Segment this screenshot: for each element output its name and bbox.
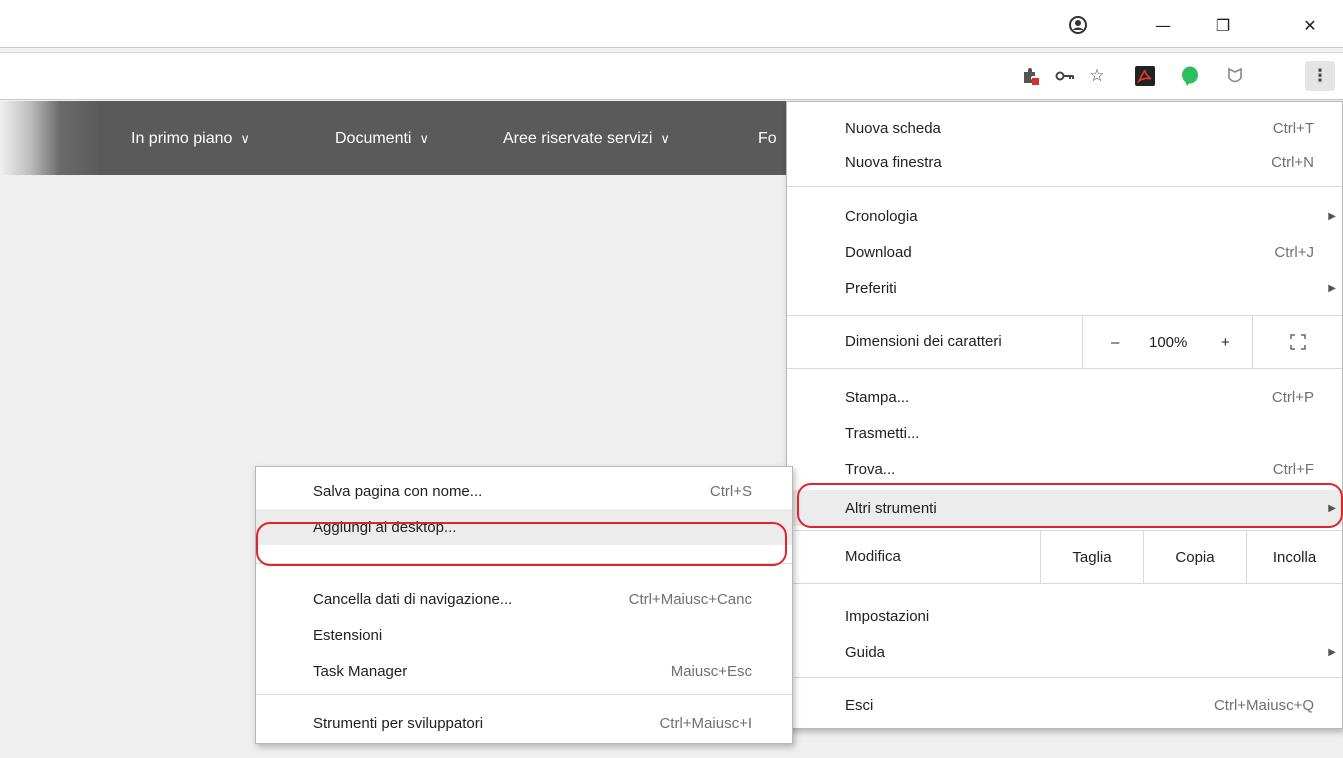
star-icon[interactable]: ☆ xyxy=(1082,61,1112,91)
submenu-item-task-manager[interactable]: Task Manager Maiusc+Esc xyxy=(256,653,792,689)
menu-item-shortcut: Ctrl+Maiusc+Q xyxy=(1213,696,1314,714)
nav-item-label: In primo piano xyxy=(131,130,233,147)
zoom-in-button[interactable]: + xyxy=(1221,334,1230,351)
edit-row: Modifica Taglia Copia Incolla xyxy=(787,531,1342,583)
menu-item-label: Preferiti xyxy=(845,279,897,297)
nav-item-in-primo-piano[interactable]: In primo piano ∨ xyxy=(131,130,250,148)
zoom-level: 100% xyxy=(1149,333,1188,351)
menu-item-shortcut: Ctrl+P xyxy=(1271,388,1314,406)
menu-separator xyxy=(787,677,1342,678)
submenu-arrow-icon: ▶ xyxy=(1328,646,1336,658)
menu-item-label: Nuova finestra xyxy=(845,153,942,171)
menu-item-label: Estensioni xyxy=(313,626,383,644)
paste-button[interactable]: Incolla xyxy=(1246,531,1342,583)
nav-item-label: Fo xyxy=(758,130,777,147)
menu-item-label: Salva pagina con nome... xyxy=(313,482,483,500)
browser-toolbar: ☆ ⋮ xyxy=(0,52,1343,100)
menu-separator xyxy=(256,694,792,695)
restore-button[interactable]: ❐ xyxy=(1203,8,1243,42)
menu-separator xyxy=(787,186,1342,187)
menu-item-nuova-finestra[interactable]: Nuova finestra Ctrl+N xyxy=(787,144,1342,180)
menu-item-cronologia[interactable]: Cronologia ▶ xyxy=(787,198,1342,234)
menu-item-label: Cronologia xyxy=(845,207,918,225)
window-title-bar: — ❐ ✕ xyxy=(0,0,1343,48)
acrobat-icon[interactable] xyxy=(1130,61,1160,91)
chevron-down-icon: ∨ xyxy=(240,131,250,146)
chrome-main-menu: Nuova scheda Ctrl+T Nuova finestra Ctrl+… xyxy=(786,101,1343,729)
nav-item-label: Aree riservate servizi xyxy=(503,130,653,147)
menu-item-shortcut: Maiusc+Esc xyxy=(670,662,752,680)
zoom-out-button[interactable]: – xyxy=(1111,334,1119,351)
menu-item-label: Stampa... xyxy=(845,388,910,406)
chevron-down-icon: ∨ xyxy=(419,131,429,146)
minimize-button[interactable]: — xyxy=(1143,8,1183,42)
menu-item-label: Trasmetti... xyxy=(845,424,920,442)
menu-separator xyxy=(256,563,792,564)
menu-item-guida[interactable]: Guida ▶ xyxy=(787,634,1342,670)
submenu-item-salva-pagina[interactable]: Salva pagina con nome... Ctrl+S xyxy=(256,473,792,509)
menu-item-shortcut: Ctrl+S xyxy=(709,482,752,500)
close-button[interactable]: ✕ xyxy=(1290,8,1330,42)
menu-item-label: Impostazioni xyxy=(845,607,930,625)
menu-item-shortcut: Ctrl+Maiusc+Canc xyxy=(628,590,752,608)
fullscreen-button[interactable] xyxy=(1252,316,1342,368)
menu-item-label: Trova... xyxy=(845,460,896,478)
key-icon[interactable] xyxy=(1050,61,1080,91)
menu-separator xyxy=(787,368,1342,369)
submenu-item-strumenti-sviluppatori[interactable]: Strumenti per sviluppatori Ctrl+Maiusc+I xyxy=(256,705,792,741)
menu-item-shortcut: Ctrl+J xyxy=(1274,243,1314,261)
submenu-arrow-icon: ▶ xyxy=(1328,282,1336,294)
evernote-icon[interactable] xyxy=(1175,61,1205,91)
menu-item-stampa[interactable]: Stampa... Ctrl+P xyxy=(787,379,1342,415)
kebab-menu-icon[interactable]: ⋮ xyxy=(1305,61,1335,91)
submenu-arrow-icon: ▶ xyxy=(1328,502,1336,514)
menu-item-label: Aggiungi al desktop... xyxy=(313,518,457,536)
cut-label: Taglia xyxy=(1072,548,1112,566)
menu-item-label: Nuova scheda xyxy=(845,119,941,137)
menu-item-label: Download xyxy=(845,243,912,261)
menu-item-label: Strumenti per sviluppatori xyxy=(313,714,484,732)
chevron-down-icon: ∨ xyxy=(660,131,670,146)
submenu-item-estensioni[interactable]: Estensioni xyxy=(256,617,792,653)
cut-button[interactable]: Taglia xyxy=(1040,531,1143,583)
submenu-arrow-icon: ▶ xyxy=(1328,210,1336,222)
zoom-row: Dimensioni dei caratteri – 100% + xyxy=(787,316,1342,368)
paste-label: Incolla xyxy=(1272,548,1317,566)
menu-item-impostazioni[interactable]: Impostazioni xyxy=(787,598,1342,634)
menu-separator xyxy=(787,583,1342,584)
menu-item-download[interactable]: Download Ctrl+J xyxy=(787,234,1342,270)
shield-icon[interactable] xyxy=(1220,61,1250,91)
menu-item-trasmetti[interactable]: Trasmetti... xyxy=(787,415,1342,451)
menu-item-nuova-scheda[interactable]: Nuova scheda Ctrl+T xyxy=(787,110,1342,146)
menu-item-label: Esci xyxy=(845,696,874,714)
site-navigation-bar: In primo piano ∨ Documenti ∨ Aree riservat… xyxy=(0,101,800,175)
nav-item-aree-riservate-servizi[interactable]: Aree riservate servizi ∨ xyxy=(503,130,670,148)
menu-item-label: Altri strumenti xyxy=(845,499,937,517)
zoom-label: Dimensioni dei caratteri xyxy=(845,333,1002,350)
submenu-item-cancella-dati[interactable]: Cancella dati di navigazione... Ctrl+Mai… xyxy=(256,581,792,617)
edit-label: Modifica xyxy=(845,548,901,565)
menu-item-altri-strumenti[interactable]: Altri strumenti ▶ xyxy=(787,490,1342,526)
nav-item-label: Documenti xyxy=(335,130,412,147)
altri-strumenti-submenu: Salva pagina con nome... Ctrl+S Aggiungi… xyxy=(255,466,793,744)
menu-item-shortcut: Ctrl+N xyxy=(1271,153,1314,171)
menu-item-esci[interactable]: Esci Ctrl+Maiusc+Q xyxy=(787,687,1342,723)
nav-item-fo[interactable]: Fo xyxy=(758,130,777,148)
menu-item-shortcut: Ctrl+Maiusc+I xyxy=(659,714,752,732)
menu-item-label: Task Manager xyxy=(313,662,408,680)
copy-label: Copia xyxy=(1175,548,1215,566)
menu-item-shortcut: Ctrl+T xyxy=(1272,119,1314,137)
menu-item-shortcut: Ctrl+F xyxy=(1272,460,1314,478)
extension-puzzle-icon[interactable] xyxy=(1016,61,1046,91)
nav-item-documenti[interactable]: Documenti ∨ xyxy=(335,130,429,148)
zoom-controls: – 100% + xyxy=(1082,316,1252,368)
menu-item-preferiti[interactable]: Preferiti ▶ xyxy=(787,270,1342,306)
menu-item-label: Guida xyxy=(845,643,886,661)
account-circle-icon[interactable] xyxy=(1058,8,1098,42)
menu-item-label: Cancella dati di navigazione... xyxy=(313,590,513,608)
menu-item-trova[interactable]: Trova... Ctrl+F xyxy=(787,451,1342,487)
fullscreen-icon xyxy=(1289,334,1306,350)
submenu-item-aggiungi-al-desktop[interactable]: Aggiungi al desktop... xyxy=(256,509,792,545)
copy-button[interactable]: Copia xyxy=(1143,531,1246,583)
